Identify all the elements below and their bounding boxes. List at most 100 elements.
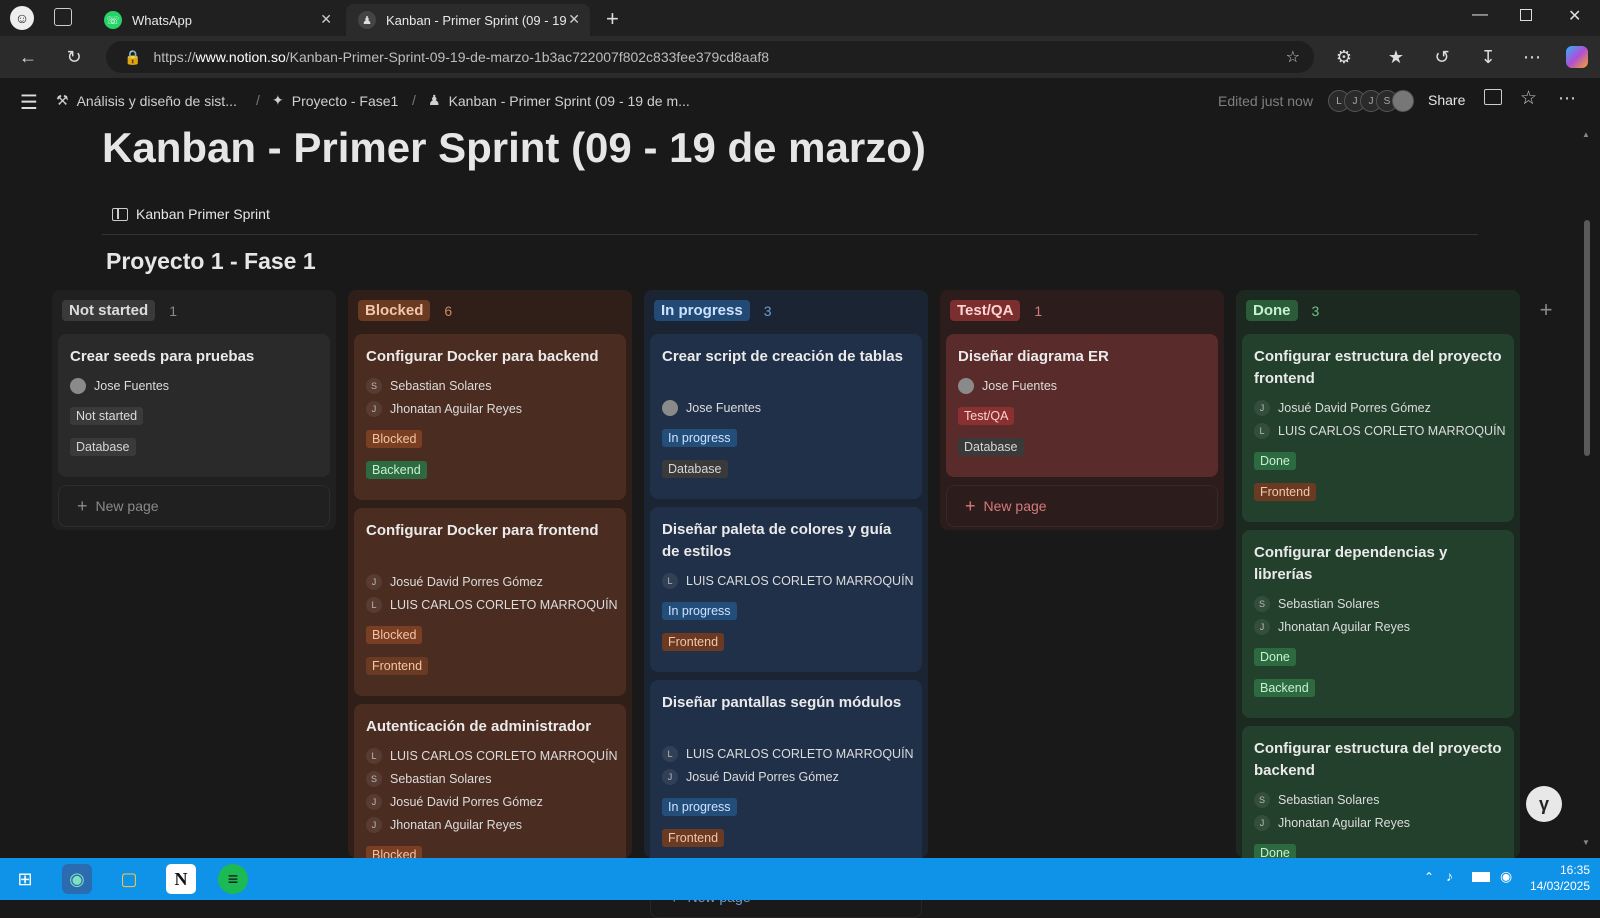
avatar-stack[interactable]: L J J S — [1328, 90, 1418, 112]
help-button[interactable]: γ — [1526, 786, 1562, 822]
tab-title: WhatsApp — [132, 12, 192, 28]
sidebar-toggle-icon[interactable]: ☰ — [20, 90, 38, 115]
bird-icon: ✦ — [272, 92, 284, 108]
close-icon[interactable]: ✕ — [568, 11, 580, 28]
avatar: L — [366, 748, 382, 764]
column-label: Not started — [62, 300, 156, 321]
notion-page-icon: ♟ — [358, 11, 376, 29]
card-assignee: S Sebastian Solares — [366, 771, 491, 787]
favorites-icon[interactable]: ★ — [1382, 44, 1410, 70]
url-domain: www.notion.so — [195, 49, 286, 65]
wifi-icon[interactable]: ◉ — [1500, 868, 1512, 885]
new-tab-button[interactable]: + — [606, 6, 619, 32]
address-bar[interactable]: 🔒 https://www.notion.so/Kanban-Primer-Sp… — [106, 41, 1314, 73]
share-button[interactable]: Share — [1428, 92, 1465, 108]
kanban-card[interactable]: Crear seeds para pruebas Jose Fuentes Not … — [58, 334, 330, 477]
clock-date: 14/03/2025 — [1529, 879, 1590, 893]
assignee-name: Sebastian Solares — [1278, 597, 1380, 611]
board-column: In progress 3 Crear script de creación de … — [644, 290, 928, 918]
avatar: L — [366, 597, 382, 613]
spotify-icon[interactable]: ≡ — [218, 864, 248, 894]
breadcrumb-item[interactable]: ⚒ Análisis y diseño de sist... — [56, 92, 237, 109]
back-button[interactable]: ← — [14, 44, 42, 70]
extensions-icon[interactable]: ⚙ — [1330, 44, 1358, 70]
card-assignee: J Josué David Porres Gómez — [1254, 400, 1431, 416]
restore-button[interactable] — [1520, 9, 1532, 21]
assignee-name: Josué David Porres Gómez — [1278, 401, 1431, 415]
scrollbar[interactable] — [1584, 220, 1590, 456]
assignee-name: LUIS CARLOS CORLETO MARROQUÍN — [686, 747, 914, 761]
kanban-card[interactable]: Configurar dependencias y librerías S Seba… — [1242, 530, 1514, 718]
assignee-name: Jhonatan Aguilar Reyes — [390, 818, 523, 832]
workspaces-icon[interactable] — [54, 8, 72, 26]
avatar: J — [1254, 619, 1270, 635]
close-icon[interactable]: ✕ — [320, 11, 332, 28]
assignee-name: Jose Fuentes — [94, 379, 170, 393]
scroll-up-arrow[interactable]: ▲ — [1582, 130, 1590, 139]
kanban-card[interactable]: Configurar Docker para frontend J Josué Da… — [354, 508, 626, 696]
card-assignee: J Jhonatan Aguilar Reyes — [366, 817, 522, 833]
column-count: 3 — [763, 302, 772, 319]
edge-icon[interactable]: ◉ — [62, 864, 92, 894]
copilot-icon[interactable] — [1566, 46, 1588, 68]
kanban-card[interactable]: Crear script de creación de tablas Jose F… — [650, 334, 922, 499]
board-column: Test/QA 1 Diseñar diagrama ER Jose Fuentes T… — [940, 290, 1224, 530]
more-icon[interactable]: ⋯ — [1518, 44, 1546, 70]
favorite-icon[interactable]: ☆ — [1520, 87, 1537, 110]
card-assignee: L LUIS CARLOS CORLETO MARROQUÍN — [662, 746, 914, 762]
kanban-card[interactable]: Diseñar paleta de colores y guía de esti… — [650, 507, 922, 672]
add-group-button[interactable]: + — [1530, 294, 1562, 326]
volume-icon[interactable]: ♪ — [1446, 868, 1453, 884]
category-tag: Database — [662, 460, 728, 478]
breadcrumb-item[interactable]: ✦ Proyecto - Fase1 — [272, 92, 398, 109]
reload-button[interactable]: ↻ — [60, 44, 88, 70]
avatar: S — [1254, 596, 1270, 612]
kanban-card[interactable]: Configurar Docker para backend S Sebastian… — [354, 334, 626, 500]
tab-kanban[interactable]: ♟ Kanban - Primer Sprint (09 - 19 d ✕ — [346, 4, 590, 36]
new-page-button[interactable]: + New page — [58, 485, 330, 527]
history-icon[interactable]: ↺ — [1428, 44, 1456, 70]
profile-icon[interactable]: ☺ — [10, 6, 34, 30]
assignee-name: LUIS CARLOS CORLETO MARROQUÍN — [1278, 424, 1506, 438]
kanban-card[interactable]: Configurar estructura del proyecto front… — [1242, 334, 1514, 522]
download-icon[interactable]: ↧ — [1474, 44, 1502, 70]
star-icon[interactable]: ☆ — [1286, 47, 1300, 67]
column-header[interactable]: In progress 3 — [654, 300, 771, 321]
column-header[interactable]: Done 3 — [1246, 300, 1319, 321]
plus-icon: + — [77, 495, 88, 516]
close-window-button[interactable]: ✕ — [1568, 6, 1581, 26]
file-explorer-icon[interactable]: ▢ — [114, 864, 144, 894]
tray-arrow-icon[interactable]: ⌃ — [1424, 870, 1434, 884]
scroll-down-arrow[interactable]: ▼ — [1582, 838, 1590, 847]
new-page-button[interactable]: + New page — [946, 485, 1218, 527]
minimize-button[interactable]: — — [1472, 6, 1488, 24]
windows-taskbar: ⊞ ◉ ▢ N ≡ ⌃ ♪ ◉ 16:35 14/03/2025 — [0, 858, 1600, 900]
column-header[interactable]: Blocked 6 — [358, 300, 452, 321]
page-title: Kanban - Primer Sprint (09 - 19 de marzo… — [102, 124, 926, 171]
notion-icon[interactable]: N — [166, 864, 196, 894]
tab-whatsapp[interactable]: ☏ WhatsApp ✕ — [92, 4, 342, 36]
card-assignee: S Sebastian Solares — [366, 378, 491, 394]
clock[interactable]: 16:35 14/03/2025 — [1524, 862, 1590, 894]
whatsapp-icon: ☏ — [104, 11, 122, 29]
new-page-label: New page — [983, 498, 1047, 514]
windows-start-icon[interactable]: ⊞ — [10, 864, 40, 894]
column-header[interactable]: Test/QA 1 — [950, 300, 1042, 321]
breadcrumb-item[interactable]: ♟ Kanban - Primer Sprint (09 - 19 de m..… — [428, 92, 690, 109]
card-assignee: J Josué David Porres Gómez — [662, 769, 839, 785]
kanban-card[interactable]: Diseñar diagrama ER Jose Fuentes Test/QA Da… — [946, 334, 1218, 477]
battery-icon[interactable] — [1472, 872, 1490, 882]
card-assignee: L LUIS CARLOS CORLETO MARROQUÍN — [1254, 423, 1506, 439]
avatar: S — [366, 378, 382, 394]
card-assignee: J Josué David Porres Gómez — [366, 794, 543, 810]
column-header[interactable]: Not started 1 — [62, 300, 177, 321]
more-icon[interactable]: ⋯ — [1558, 88, 1576, 109]
kanban-card[interactable]: Diseñar pantallas según módulos L LUIS CAR… — [650, 680, 922, 868]
breadcrumb-label: Proyecto - Fase1 — [291, 92, 399, 109]
assignee-name: Jhonatan Aguilar Reyes — [1278, 620, 1411, 634]
status-badge: In progress — [662, 798, 737, 816]
comments-icon[interactable] — [1484, 89, 1502, 105]
view-tab[interactable]: Kanban Primer Sprint — [112, 206, 270, 222]
column-label: Blocked — [358, 300, 431, 321]
category-tag: Frontend — [366, 657, 429, 675]
